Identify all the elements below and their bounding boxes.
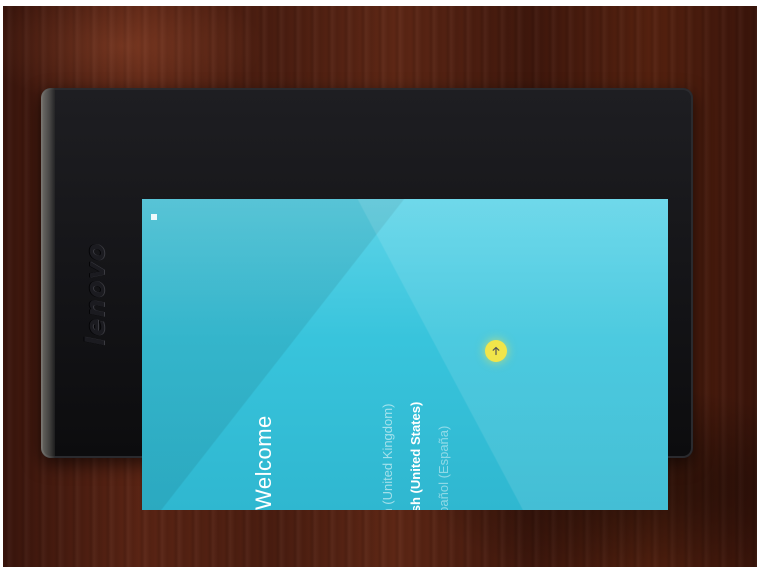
wallpaper-shape-light (142, 199, 668, 510)
next-button[interactable] (485, 340, 507, 362)
language-option-en-gb[interactable]: English (United Kingdom) (380, 404, 395, 510)
status-indicator-icon (151, 214, 157, 220)
arrow-right-icon (491, 346, 501, 356)
language-option-en-us[interactable]: English (United States) (408, 402, 423, 510)
language-option-es-es[interactable]: Español (España) (436, 426, 451, 510)
tablet-edge (41, 88, 55, 458)
welcome-title: Welcome (251, 415, 276, 510)
brand-logo: lenovo (81, 242, 111, 346)
tablet-device: lenovo Welcome English (United Kingdom) … (41, 88, 693, 510)
tablet-screen[interactable]: Welcome English (United Kingdom) English… (142, 199, 668, 510)
photo-background: lenovo Welcome English (United Kingdom) … (3, 6, 757, 567)
